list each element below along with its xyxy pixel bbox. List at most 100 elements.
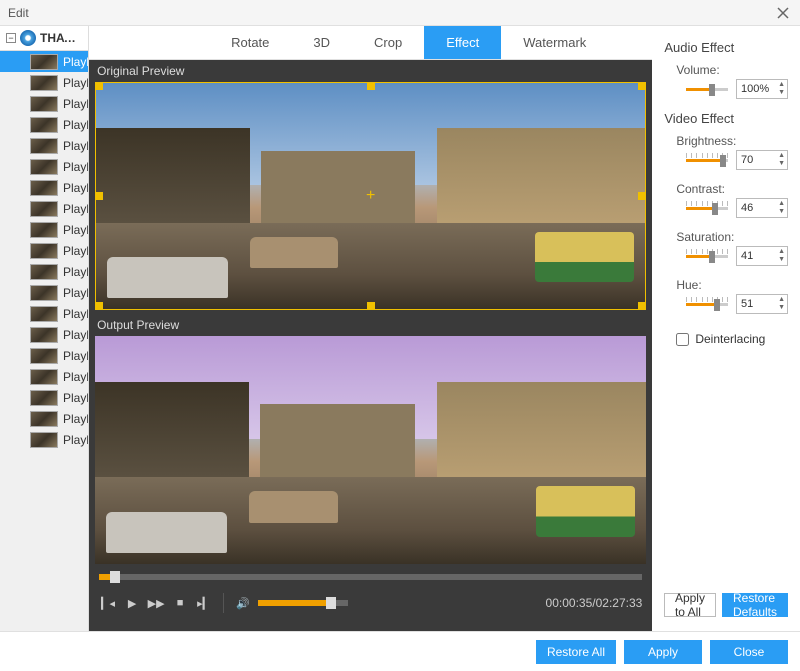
- playlist-item[interactable]: Playlist_403: [0, 156, 88, 177]
- tab-crop[interactable]: Crop: [352, 26, 424, 59]
- tab-rotate[interactable]: Rotate: [209, 26, 291, 59]
- playlist-item[interactable]: Playlist_304: [0, 198, 88, 219]
- apply-to-all-button[interactable]: Apply to All: [664, 593, 716, 617]
- apply-button[interactable]: Apply: [624, 640, 702, 664]
- output-preview-label: Output Preview: [89, 314, 652, 336]
- brightness-label: Brightness:: [676, 134, 788, 148]
- playlist-item[interactable]: Playlist_306: [0, 387, 88, 408]
- playlist-label: Playlist_404: [63, 223, 89, 237]
- playlist-label: Playlist_403: [63, 160, 89, 174]
- volume-slider[interactable]: [258, 600, 348, 606]
- playback-controls: ▎◂ ▶ ▶▶ ■ ▸▎ 🔊 00:00:35/02:27:33: [89, 580, 652, 626]
- original-preview[interactable]: +: [95, 82, 646, 310]
- playlist-label: Playlist_300: [63, 286, 89, 300]
- thumbnail: [30, 390, 58, 406]
- playlist-item[interactable]: Playlist_305: [0, 177, 88, 198]
- playlist-item[interactable]: Playlist_404: [0, 219, 88, 240]
- playlist-item[interactable]: Playlist_800: [0, 72, 88, 93]
- window-title: Edit: [8, 6, 774, 20]
- thumbnail: [30, 159, 58, 175]
- contrast-label: Contrast:: [676, 182, 788, 196]
- collapse-icon[interactable]: −: [6, 33, 16, 43]
- playlist-item[interactable]: Playlist_302: [0, 93, 88, 114]
- play-icon[interactable]: ▶: [123, 594, 141, 612]
- saturation-label: Saturation:: [676, 230, 788, 244]
- playlist-label: Playlist_122: [63, 433, 89, 447]
- playlist-label: Playlist_123: [63, 412, 89, 426]
- seek-bar[interactable]: [99, 574, 642, 580]
- close-icon[interactable]: [774, 4, 792, 22]
- prev-icon[interactable]: ▎◂: [99, 594, 117, 612]
- playlist-label: Playlist_304: [63, 202, 89, 216]
- thumbnail: [30, 117, 58, 133]
- playlist-item[interactable]: Playlist_400: [0, 303, 88, 324]
- brightness-slider[interactable]: [686, 153, 728, 167]
- playlist-item[interactable]: Playlist_301: [0, 240, 88, 261]
- playlist-label: Playlist_301: [63, 244, 89, 258]
- playlist-label: Playlist_800: [63, 76, 89, 90]
- crosshair-icon[interactable]: +: [366, 187, 375, 205]
- thumbnail: [30, 222, 58, 238]
- deinterlacing-checkbox[interactable]: [676, 333, 689, 346]
- playlist-item[interactable]: Playlist_123: [0, 408, 88, 429]
- preview-area: Original Preview + Output Preview: [89, 60, 652, 631]
- effect-panel: Audio Effect Volume: 100%▲▼ Video Effect…: [652, 26, 800, 631]
- playlist-item[interactable]: Playlist_309: [0, 345, 88, 366]
- thumbnail: [30, 327, 58, 343]
- thumbnail: [30, 180, 58, 196]
- disc-title: THAT_THING...: [40, 31, 82, 45]
- contrast-slider[interactable]: [686, 201, 728, 215]
- volume-icon[interactable]: 🔊: [234, 594, 252, 612]
- thumbnail: [30, 201, 58, 217]
- saturation-slider[interactable]: [686, 249, 728, 263]
- playlist-item[interactable]: Playlist_801: [0, 51, 88, 72]
- restore-defaults-button[interactable]: Restore Defaults: [722, 593, 788, 617]
- tab-effect[interactable]: Effect: [424, 26, 501, 59]
- thumbnail: [30, 411, 58, 427]
- playlist-label: Playlist_400: [63, 307, 89, 321]
- thumbnail: [30, 96, 58, 112]
- disc-icon: [20, 30, 36, 46]
- fast-forward-icon[interactable]: ▶▶: [147, 594, 165, 612]
- tab-watermark[interactable]: Watermark: [501, 26, 608, 59]
- saturation-spinner[interactable]: 41▲▼: [736, 246, 788, 266]
- footer: Restore All Apply Close: [0, 631, 800, 671]
- center-panel: Rotate 3D Crop Effect Watermark Original…: [89, 26, 652, 631]
- hue-spinner[interactable]: 51▲▼: [736, 294, 788, 314]
- playlist-item[interactable]: Playlist_402: [0, 114, 88, 135]
- playlist-item[interactable]: Playlist_122: [0, 429, 88, 450]
- playlist-item[interactable]: Playlist_308: [0, 324, 88, 345]
- playlist-label: Playlist_402: [63, 118, 89, 132]
- thumbnail: [30, 54, 58, 70]
- hue-label: Hue:: [676, 278, 788, 292]
- brightness-spinner[interactable]: 70▲▼: [736, 150, 788, 170]
- titlebar: Edit: [0, 0, 800, 26]
- contrast-spinner[interactable]: 46▲▼: [736, 198, 788, 218]
- playlist-item[interactable]: Playlist_307: [0, 366, 88, 387]
- playlist-label: Playlist_303: [63, 139, 89, 153]
- playlist-item[interactable]: Playlist_401: [0, 261, 88, 282]
- playlist-item[interactable]: Playlist_303: [0, 135, 88, 156]
- thumbnail: [30, 264, 58, 280]
- thumbnail: [30, 138, 58, 154]
- thumbnail: [30, 348, 58, 364]
- playlist-item[interactable]: Playlist_300: [0, 282, 88, 303]
- video-effect-heading: Video Effect: [664, 111, 788, 126]
- thumbnail: [30, 306, 58, 322]
- volume-param-slider[interactable]: [686, 82, 728, 96]
- volume-spinner[interactable]: 100%▲▼: [736, 79, 788, 99]
- playlist-sidebar: − THAT_THING... Playlist_801 Playlist_800…: [0, 26, 89, 631]
- tree-root[interactable]: − THAT_THING...: [0, 26, 88, 51]
- hue-slider[interactable]: [686, 297, 728, 311]
- close-button[interactable]: Close: [710, 640, 788, 664]
- thumbnail: [30, 432, 58, 448]
- playlist-label: Playlist_801: [63, 55, 89, 69]
- thumbnail: [30, 285, 58, 301]
- tab-3d[interactable]: 3D: [291, 26, 352, 59]
- next-icon[interactable]: ▸▎: [195, 594, 213, 612]
- thumbnail: [30, 75, 58, 91]
- volume-label: Volume:: [676, 63, 788, 77]
- restore-all-button[interactable]: Restore All: [536, 640, 616, 664]
- thumbnail: [30, 369, 58, 385]
- stop-icon[interactable]: ■: [171, 594, 189, 612]
